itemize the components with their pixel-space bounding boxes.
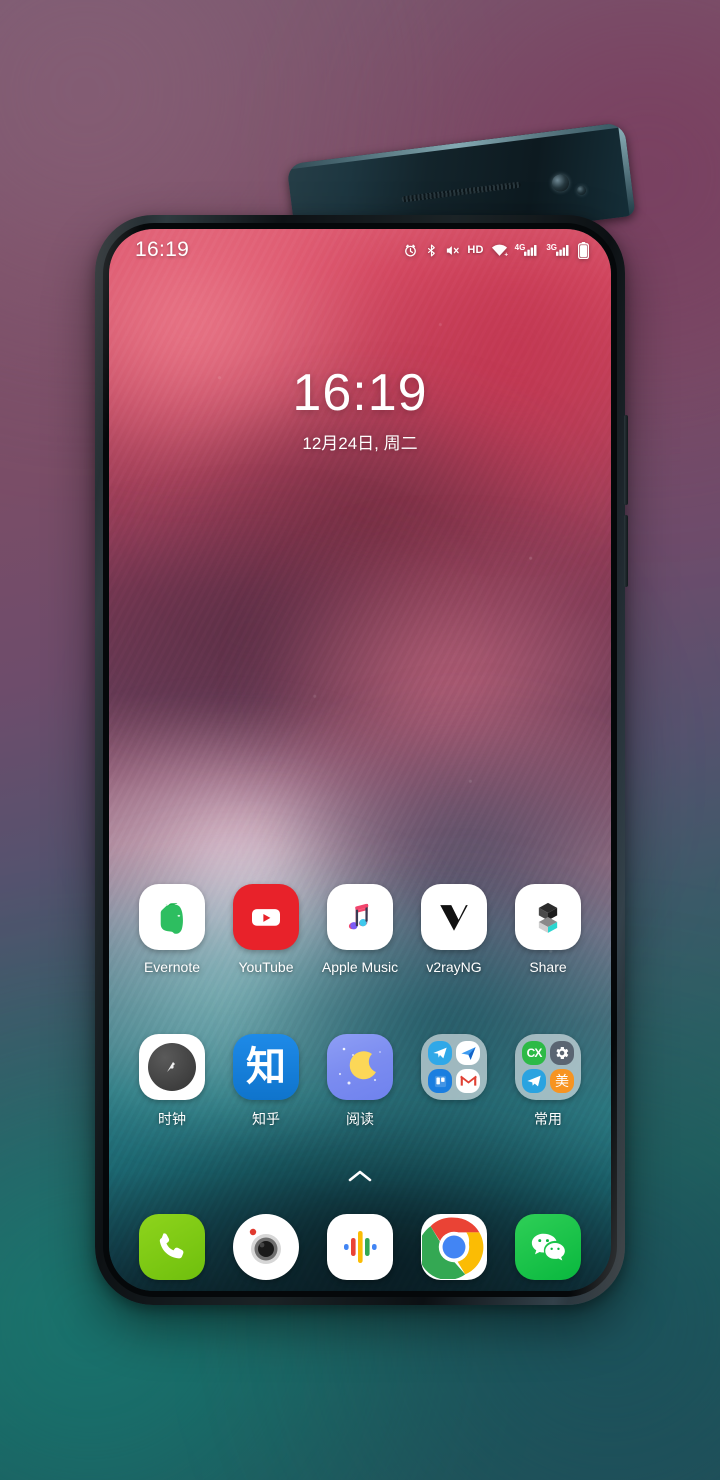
alarm-icon <box>403 243 418 258</box>
telegram-icon <box>522 1069 546 1093</box>
wifi-icon: + <box>491 243 508 257</box>
app-drawer-handle[interactable] <box>109 1169 611 1188</box>
mute-icon <box>445 243 460 258</box>
hd-icon: HD <box>467 244 484 256</box>
oa-app-icon: CX <box>522 1041 546 1065</box>
status-bar-icons: HD + 4G 3G <box>403 241 589 259</box>
app-share[interactable]: Share <box>505 884 591 975</box>
youtube-icon <box>233 884 299 950</box>
google-podcasts-icon <box>327 1214 393 1280</box>
chevron-up-icon <box>348 1169 372 1188</box>
app-label: v2rayNG <box>426 959 482 975</box>
earpiece-speaker <box>401 181 522 203</box>
apple-music-icon <box>327 884 393 950</box>
app-label: 常用 <box>534 1111 562 1127</box>
clock-widget-time: 16:19 <box>292 364 428 422</box>
chrome-icon <box>421 1214 487 1280</box>
folder-messaging[interactable] <box>411 1034 497 1129</box>
status-bar-clock: 16:19 <box>135 238 190 261</box>
app-apple-music[interactable]: Apple Music <box>317 884 403 975</box>
app-evernote[interactable]: Evernote <box>129 884 215 975</box>
phone-icon <box>139 1214 205 1280</box>
clock-app-icon <box>139 1034 205 1100</box>
power-button[interactable] <box>624 515 628 587</box>
app-label: Share <box>529 959 567 975</box>
dock-wechat[interactable]: WeChat <box>505 1214 591 1291</box>
folder-frequent[interactable]: CX 美 常用 <box>505 1034 591 1129</box>
app-label: Evernote <box>143 959 201 975</box>
clock-widget-date: 12月24日, 周二 <box>302 434 418 453</box>
status-bar[interactable]: 16:19 HD + 4G 3G <box>109 229 611 271</box>
volume-button[interactable] <box>624 415 628 505</box>
gmail-icon <box>456 1069 480 1093</box>
share-icon <box>515 884 581 950</box>
signal-3g-icon: 3G <box>546 243 571 257</box>
app-label: YouTube <box>238 959 294 975</box>
app-label: 时钟 <box>158 1111 186 1127</box>
settings-gear-icon <box>550 1041 574 1065</box>
camera-icon <box>233 1214 299 1280</box>
meitu-icon: 美 <box>550 1069 574 1093</box>
app-clock[interactable]: 时钟 <box>129 1034 215 1129</box>
app-row-1: Evernote YouTube Apple Music v2rayNG Sha… <box>109 884 611 975</box>
app-v2rayng[interactable]: v2rayNG <box>411 884 497 975</box>
app-row-2: 时钟 知 知乎 阅读 CX 美 常用 <box>109 1034 611 1129</box>
zhihu-icon: 知 <box>233 1034 299 1100</box>
telegram-x-icon <box>428 1041 452 1065</box>
phone-device: 16:19 HD + 4G 3G 16:19 12月24日, 周二 Everno… <box>95 122 636 1305</box>
dock-camera[interactable]: Camera <box>223 1214 309 1291</box>
bluetooth-icon <box>425 243 438 258</box>
v2rayng-icon <box>421 884 487 950</box>
app-zhihu[interactable]: 知 知乎 <box>223 1034 309 1129</box>
app-label: 知乎 <box>252 1111 280 1127</box>
front-camera-sensor <box>576 185 587 196</box>
app-youtube[interactable]: YouTube <box>223 884 309 975</box>
svg-text:+: + <box>504 251 508 257</box>
dock: Phone Camera <box>109 1214 611 1291</box>
dock-google-podcasts[interactable]: Google Podcasts <box>317 1214 403 1291</box>
paper-plane-icon <box>456 1041 480 1065</box>
clock-widget[interactable]: 16:19 12月24日, 周二 <box>109 367 611 454</box>
phone-screen[interactable]: 16:19 HD + 4G 3G 16:19 12月24日, 周二 Everno… <box>109 229 611 1291</box>
app-reading-folder[interactable]: 阅读 <box>317 1034 403 1129</box>
app-label: 阅读 <box>346 1111 374 1127</box>
dock-phone[interactable]: Phone <box>129 1214 215 1291</box>
front-camera-lens <box>550 173 570 193</box>
dock-chrome[interactable]: Chrome <box>411 1214 497 1291</box>
zhihu-glyph: 知 <box>246 1044 286 1090</box>
reading-folder-icon <box>327 1034 393 1100</box>
battery-icon <box>578 241 589 259</box>
messaging-folder-icon <box>421 1034 487 1100</box>
evernote-icon <box>139 884 205 950</box>
app-label: Apple Music <box>321 959 399 975</box>
frequent-folder-icon: CX 美 <box>515 1034 581 1100</box>
wechat-icon <box>515 1214 581 1280</box>
trello-icon <box>428 1069 452 1093</box>
signal-4g-icon: 4G <box>515 243 540 257</box>
